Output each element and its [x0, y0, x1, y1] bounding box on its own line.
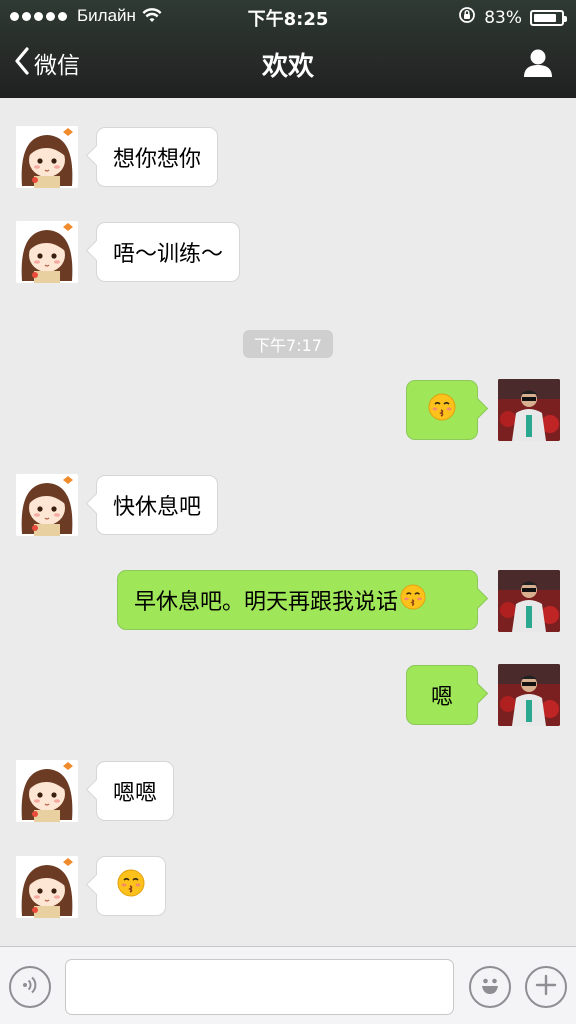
message-text: 想你想你: [113, 147, 202, 172]
message-input[interactable]: [65, 959, 454, 1015]
message-text: 早休息吧。明天再跟我说话: [134, 590, 399, 615]
message-input-bar: [0, 946, 576, 1024]
message-text: 嗯嗯: [113, 781, 158, 806]
contact-avatar[interactable]: [16, 221, 78, 283]
battery-percent: 83%: [484, 7, 522, 28]
navigation-bar: 微信 欢欢: [0, 36, 576, 94]
profile-button[interactable]: [522, 48, 554, 82]
message-bubble-outgoing[interactable]: [406, 380, 478, 440]
battery-icon: [530, 9, 567, 26]
battery-level-fill: [534, 13, 556, 22]
message-bubble-outgoing[interactable]: 嗯: [406, 665, 478, 725]
message-timestamp: 下午7:17: [243, 330, 333, 358]
message-bubble-incoming[interactable]: 唔～训练～: [96, 222, 241, 282]
message-bubble-incoming[interactable]: 嗯嗯: [96, 761, 175, 821]
my-avatar[interactable]: [498, 379, 560, 441]
message-text: 嗯: [430, 685, 453, 710]
chat-area[interactable]: 想你想你 唔～训练～ 下午7:17 快休息吧 早休息吧。明天再跟我说话 嗯 嗯嗯: [0, 98, 576, 946]
contact-avatar[interactable]: [16, 126, 78, 188]
chat-title: 欢欢: [261, 52, 314, 82]
my-avatar[interactable]: [498, 664, 560, 726]
person-icon: [522, 49, 554, 82]
voice-icon: [19, 974, 41, 1000]
status-right: 83%: [458, 6, 567, 29]
status-bar: Билайн 下午8:25 83%: [0, 0, 576, 32]
contact-avatar[interactable]: [16, 856, 78, 918]
my-avatar[interactable]: [498, 570, 560, 632]
smiley-icon: [475, 970, 505, 1004]
voice-button[interactable]: [9, 966, 51, 1008]
kissing-face-emoji-icon: [117, 869, 145, 903]
message-bubble-incoming[interactable]: 想你想你: [96, 127, 219, 187]
message-text: 快休息吧: [113, 495, 202, 520]
plus-icon: [534, 973, 558, 1001]
add-attachment-button[interactable]: [525, 966, 567, 1008]
kissing-face-emoji-icon: [400, 584, 426, 616]
message-bubble-outgoing[interactable]: 早休息吧。明天再跟我说话: [117, 570, 478, 630]
chat-header: Билайн 下午8:25 83% 微信 欢欢: [0, 0, 576, 98]
message-text: 唔～训练～: [113, 242, 224, 267]
contact-avatar[interactable]: [16, 474, 78, 536]
message-bubble-incoming[interactable]: [96, 856, 166, 916]
message-bubble-incoming[interactable]: 快休息吧: [96, 475, 219, 535]
rotation-lock-icon: [458, 6, 476, 29]
contact-avatar[interactable]: [16, 760, 78, 822]
emoji-button[interactable]: [469, 966, 511, 1008]
kissing-face-emoji-icon: [428, 393, 456, 427]
